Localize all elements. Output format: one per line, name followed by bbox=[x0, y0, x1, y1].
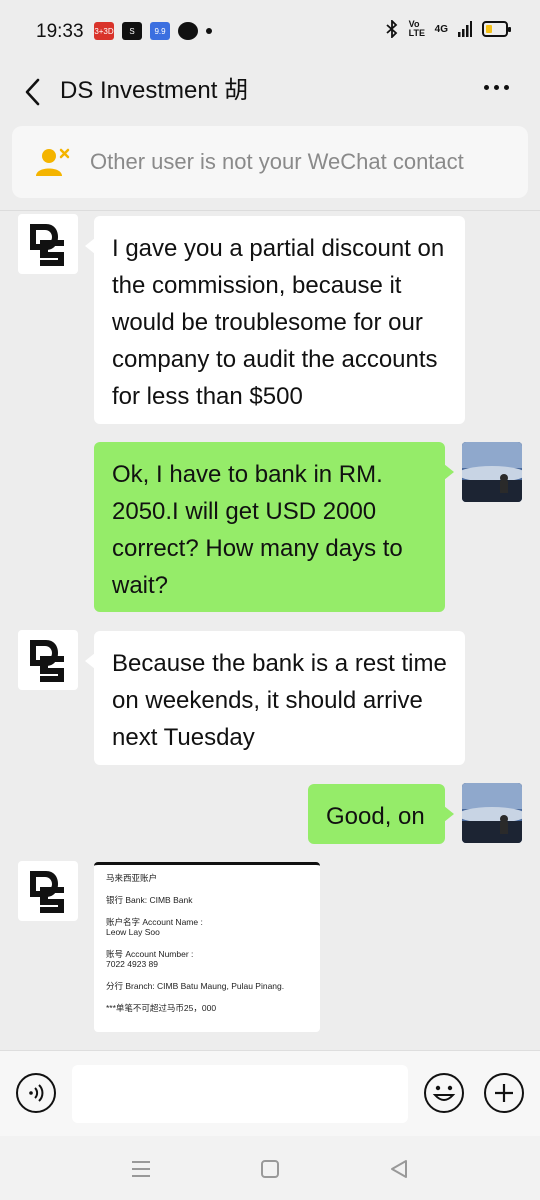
emoji-button[interactable] bbox=[424, 1073, 464, 1113]
header-divider bbox=[0, 210, 540, 211]
image-line: Leow Lay Soo bbox=[106, 927, 160, 937]
message-input[interactable] bbox=[72, 1065, 408, 1123]
status-bar: 19:33 3+3D S 9.9 Vo LTE 4G bbox=[0, 0, 540, 62]
image-line: 账号 Account Number : bbox=[106, 949, 194, 959]
message-bubble-in[interactable]: Because the bank is a rest time on weeke… bbox=[85, 631, 465, 765]
system-back-button[interactable] bbox=[384, 1154, 414, 1184]
image-line: 分行 Branch: CIMB Batu Maung, Pulau Pinang… bbox=[106, 981, 285, 991]
image-line: 马来西亚账户 bbox=[106, 873, 158, 883]
my-avatar[interactable] bbox=[462, 442, 522, 502]
back-button[interactable] bbox=[14, 70, 50, 114]
ds-logo-icon bbox=[30, 871, 64, 913]
status-time: 19:33 bbox=[36, 21, 84, 42]
more-notifications-dot bbox=[206, 28, 212, 34]
contact-avatar[interactable] bbox=[18, 214, 78, 274]
user-not-contact-icon bbox=[36, 148, 70, 176]
bank-details-image[interactable]: 马来西亚账户 银行 Bank: CIMB Bank 账户名字 Account N… bbox=[94, 862, 320, 1032]
app-3d-icon: 3+3D bbox=[94, 22, 114, 40]
more-options-button[interactable] bbox=[478, 72, 514, 102]
chat-title: DS Investment 胡 bbox=[60, 77, 249, 104]
signal-icon bbox=[458, 21, 472, 37]
system-navigation bbox=[0, 1136, 540, 1200]
volte-indicator: Vo LTE bbox=[408, 19, 425, 38]
image-line: ***单笔不可超过马币25，000 bbox=[106, 1003, 217, 1013]
home-square-icon bbox=[261, 1160, 279, 1178]
message-bubble-out[interactable]: Ok, I have to bank in RM. 2050.I will ge… bbox=[94, 442, 454, 612]
message-bubble-out[interactable]: Good, on bbox=[308, 784, 454, 844]
more-horizontal-icon bbox=[483, 84, 489, 90]
input-bar bbox=[0, 1050, 540, 1136]
my-avatar-photo bbox=[462, 783, 522, 843]
menu-icon bbox=[132, 1161, 150, 1177]
my-avatar[interactable] bbox=[462, 783, 522, 843]
shopee-icon: S bbox=[122, 22, 142, 40]
recents-button[interactable] bbox=[126, 1154, 156, 1184]
ds-logo-icon bbox=[30, 640, 64, 682]
notification-icons: 3+3D S 9.9 bbox=[94, 22, 212, 40]
notice-text: Other user is not your WeChat contact bbox=[90, 149, 464, 174]
more-functions-button[interactable] bbox=[484, 1073, 524, 1113]
app-99-icon: 9.9 bbox=[150, 22, 170, 40]
plus-icon bbox=[495, 1084, 513, 1102]
home-button[interactable] bbox=[255, 1154, 285, 1184]
network-indicator: 4G bbox=[434, 23, 448, 35]
contact-avatar[interactable] bbox=[18, 630, 78, 690]
emoji-icon bbox=[432, 1085, 456, 1101]
chat-header: DS Investment 胡 bbox=[0, 62, 540, 122]
bluetooth-icon bbox=[386, 20, 397, 38]
not-contact-notice: Other user is not your WeChat contact bbox=[12, 126, 528, 198]
more-dot bbox=[493, 84, 499, 90]
my-avatar-photo bbox=[462, 442, 522, 502]
app-bird-icon bbox=[178, 22, 198, 40]
voice-icon bbox=[29, 1084, 44, 1102]
voice-button[interactable] bbox=[16, 1073, 56, 1113]
ds-logo-icon bbox=[30, 224, 64, 266]
back-triangle-icon bbox=[391, 1160, 407, 1178]
battery-icon bbox=[482, 21, 511, 37]
image-line: 账户名字 Account Name : bbox=[106, 917, 203, 927]
more-dot bbox=[503, 84, 509, 90]
image-line: 7022 4923 89 bbox=[106, 959, 158, 969]
contact-avatar[interactable] bbox=[18, 861, 78, 921]
message-bubble-in[interactable]: I gave you a partial discount on the com… bbox=[85, 216, 465, 424]
status-right: Vo LTE 4G bbox=[385, 19, 511, 38]
image-line: 银行 Bank: CIMB Bank bbox=[106, 895, 193, 905]
chevron-left-icon bbox=[25, 78, 40, 106]
